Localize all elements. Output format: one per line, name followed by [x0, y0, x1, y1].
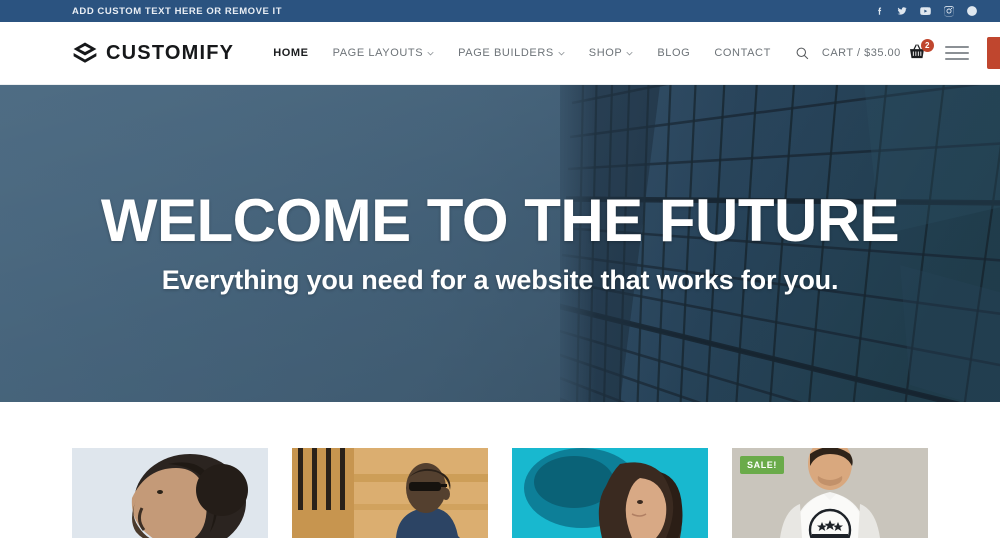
header-actions: CART / $35.00 2 BUTTON: [822, 37, 1000, 69]
primary-navigation: HOME PAGE LAYOUTS PAGE BUILDERS SHOP BLO…: [261, 46, 822, 61]
product-card-3[interactable]: [512, 448, 708, 538]
social-links: [874, 5, 978, 18]
announcement-text: ADD CUSTOM TEXT HERE OR REMOVE IT: [72, 5, 283, 17]
chevron-down-icon: [626, 51, 633, 55]
stacked-layers-icon: [73, 42, 97, 63]
product-grid: SALE!: [0, 402, 1000, 538]
nav-label-shop: SHOP: [588, 47, 623, 59]
cart-count-badge: 2: [920, 39, 934, 52]
hamburger-line: [944, 46, 969, 48]
search-icon: [796, 47, 809, 59]
nav-item-page-builders[interactable]: PAGE BUILDERS: [446, 47, 577, 59]
nav-item-home[interactable]: HOME: [261, 47, 320, 59]
youtube-icon[interactable]: [919, 5, 932, 18]
nav-label-blog: BLOG: [657, 47, 691, 59]
nav-item-page-layouts[interactable]: PAGE LAYOUTS: [321, 47, 447, 59]
pinterest-icon[interactable]: [966, 5, 978, 17]
instagram-icon[interactable]: [943, 5, 955, 17]
nav-item-blog[interactable]: BLOG: [645, 47, 702, 59]
product-image-3: [512, 448, 708, 538]
hamburger-line: [944, 52, 969, 54]
header-cta-button[interactable]: BUTTON: [986, 37, 1000, 69]
facebook-icon[interactable]: [874, 6, 885, 17]
product-card-1[interactable]: [72, 448, 268, 538]
nav-item-shop[interactable]: SHOP: [577, 47, 646, 59]
hero-banner: WELCOME TO THE FUTURE Everything you nee…: [0, 85, 1000, 402]
chevron-down-icon: [427, 51, 434, 55]
chevron-down-icon: [558, 51, 565, 55]
site-header: CUSTOMIFY HOME PAGE LAYOUTS PAGE BUILDER…: [0, 22, 1000, 85]
sale-badge: SALE!: [740, 456, 784, 474]
cart-icon-wrapper: 2: [907, 39, 934, 64]
nav-label-page-layouts: PAGE LAYOUTS: [332, 47, 424, 59]
search-button[interactable]: [783, 46, 822, 61]
site-logo-text: CUSTOMIFY: [106, 41, 235, 64]
cart-total-label: CART / $35.00: [821, 47, 901, 59]
hero-subtitle: Everything you need for a website that w…: [161, 265, 839, 295]
top-announcement-bar: ADD CUSTOM TEXT HERE OR REMOVE IT: [0, 0, 1000, 22]
hamburger-menu-icon[interactable]: [944, 46, 969, 60]
twitter-icon[interactable]: [896, 5, 908, 17]
nav-label-contact: CONTACT: [714, 47, 771, 59]
product-image-1: [72, 448, 268, 538]
nav-label-home: HOME: [273, 47, 309, 59]
hamburger-line: [944, 58, 969, 60]
product-card-4[interactable]: SALE!: [732, 448, 928, 538]
product-card-2[interactable]: [292, 448, 488, 538]
cart-link[interactable]: CART / $35.00 2: [821, 39, 934, 64]
nav-label-page-builders: PAGE BUILDERS: [458, 47, 554, 59]
product-image-2: [292, 448, 488, 538]
site-logo[interactable]: CUSTOMIFY: [72, 40, 234, 66]
hero-title: WELCOME TO THE FUTURE: [100, 187, 900, 254]
nav-item-contact[interactable]: CONTACT: [702, 47, 783, 59]
hero-content: WELCOME TO THE FUTURE Everything you nee…: [0, 85, 1000, 402]
